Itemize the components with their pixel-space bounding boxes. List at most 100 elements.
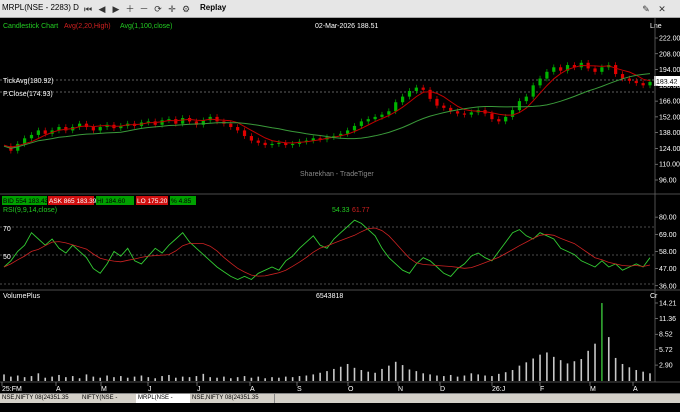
volume-bar [614, 357, 617, 381]
price-tick-label: 180.00 [659, 83, 680, 90]
volume-bar [65, 377, 67, 381]
price-tick-label: 110.00 [659, 162, 680, 169]
chart-area[interactable]: Candlestick Chart Avg(2,20,High) Avg(1,1… [0, 18, 680, 393]
volume-tick-label: 14.21 [659, 301, 677, 308]
settings-icon[interactable]: ⚙ [180, 3, 192, 15]
volume-bar [381, 368, 383, 381]
price-tick-label: 194.00 [659, 67, 680, 74]
volume-bar [463, 375, 466, 381]
volume-bar [120, 376, 122, 381]
candle-body [29, 134, 34, 139]
candle-body [400, 96, 405, 103]
bid-value: BID 554 183.43 [3, 198, 49, 205]
volume-bar [30, 376, 33, 381]
candle-body [600, 67, 604, 72]
candle-body [435, 98, 439, 106]
volume-bar [552, 356, 555, 381]
candle-body [524, 96, 528, 102]
line-label: Lne [650, 23, 662, 30]
x-tick-label: A [633, 386, 638, 393]
rsi-level-70: 70 [3, 226, 11, 233]
chart-svg[interactable]: Candlestick Chart Avg(2,20,High) Avg(1,1… [0, 18, 680, 393]
volume-bar [573, 361, 576, 381]
candle-body [242, 130, 247, 137]
candle-body [614, 65, 618, 75]
volume-bar [339, 366, 342, 381]
volume-bar [291, 377, 294, 381]
candle-body [277, 142, 281, 144]
tab-nifty-tick-2[interactable]: NSE,NIFTY 08(24351.35 TS:08:40:3 [190, 394, 275, 410]
close-icon[interactable]: ✕ [656, 3, 668, 15]
volume-bar [326, 371, 328, 381]
chart-title: MRPL(NSE - 2283) D [2, 3, 79, 12]
volume-bar [113, 377, 115, 381]
volume-bar [71, 376, 74, 381]
volume-bar [422, 373, 425, 381]
rsi-tick-label: 58.00 [659, 249, 677, 256]
volume-bar [635, 370, 638, 381]
crosshair-icon[interactable]: ✛ [166, 3, 178, 15]
x-tick-label: A [56, 386, 61, 393]
volume-label: VolumePlus [3, 293, 40, 300]
volume-bar [154, 378, 156, 381]
x-tick-label: M [590, 386, 596, 393]
zoom-out-icon[interactable]: － [138, 3, 150, 15]
first-icon[interactable]: ⏮ [82, 3, 94, 15]
volume-bar [168, 374, 170, 381]
x-tick-label: S [297, 386, 302, 393]
volume-bar [10, 376, 12, 381]
refresh-icon[interactable]: ⟳ [152, 3, 164, 15]
candle-body [181, 118, 185, 124]
price-tick-label: 152.00 [659, 114, 680, 121]
volume-bar [78, 378, 81, 381]
draw-icon[interactable]: ✎ [640, 3, 652, 15]
volume-bar [23, 377, 26, 381]
candle-body [538, 78, 542, 86]
tab-nifty-tick-1[interactable]: NSE,NIFTY 08(24351.35 TS:08:40:4 [0, 394, 81, 410]
volume-bar [147, 377, 150, 381]
volume-bar [628, 367, 631, 381]
x-tick-label: J [148, 386, 152, 393]
candle-body [263, 142, 267, 146]
volume-bar [477, 374, 479, 381]
tab-mrpl-daily[interactable]: MRPL(NSE - 2283) D [136, 394, 191, 410]
rsi-tick-label: 36.00 [659, 283, 677, 290]
candle-body [552, 67, 556, 72]
volume-tick-label: 8.52 [659, 332, 673, 339]
volume-bar [278, 377, 280, 381]
volume-bar [250, 377, 253, 381]
volume-bar [443, 376, 445, 381]
volume-bar [353, 367, 356, 381]
volume-bar [140, 375, 143, 381]
candle-body [648, 81, 652, 86]
candle-body [352, 125, 357, 131]
candle-body [380, 114, 384, 117]
volume-tick-label: 2.90 [659, 363, 673, 370]
next-icon[interactable]: ▶ [110, 3, 122, 15]
candle-body [270, 143, 274, 146]
volume-bar [161, 376, 163, 381]
volume-bar [223, 376, 225, 381]
volume-bar [58, 374, 60, 381]
tab-nifty-daily[interactable]: NIFTY(NSE - 20000) D [80, 394, 137, 410]
volume-bar [264, 378, 266, 381]
x-tick-label: F [540, 386, 544, 393]
volume-bar [539, 354, 541, 381]
zoom-in-icon[interactable]: ＋ [124, 3, 136, 15]
candle-body [359, 121, 363, 126]
prev-icon[interactable]: ◀ [96, 3, 108, 15]
candles [9, 59, 652, 154]
volume-bar [566, 363, 569, 381]
price-y-axis: 222.00 208.00 194.00 180.00 166.00 152.00 138.… [655, 36, 680, 185]
rsi-label: RSI(9,9,14,close) [3, 207, 57, 214]
volume-bar [456, 376, 459, 381]
price-tick-label: 124.00 [659, 146, 680, 153]
candle-body [504, 116, 508, 122]
x-tick-label: 26:J [492, 386, 505, 393]
candle-body [593, 68, 597, 72]
candle-body [641, 83, 645, 86]
volume-bar [525, 362, 528, 381]
ask-value: ASK 865 183.39 [49, 198, 97, 205]
volume-bar [229, 378, 232, 381]
replay-button[interactable]: Replay [200, 3, 226, 12]
